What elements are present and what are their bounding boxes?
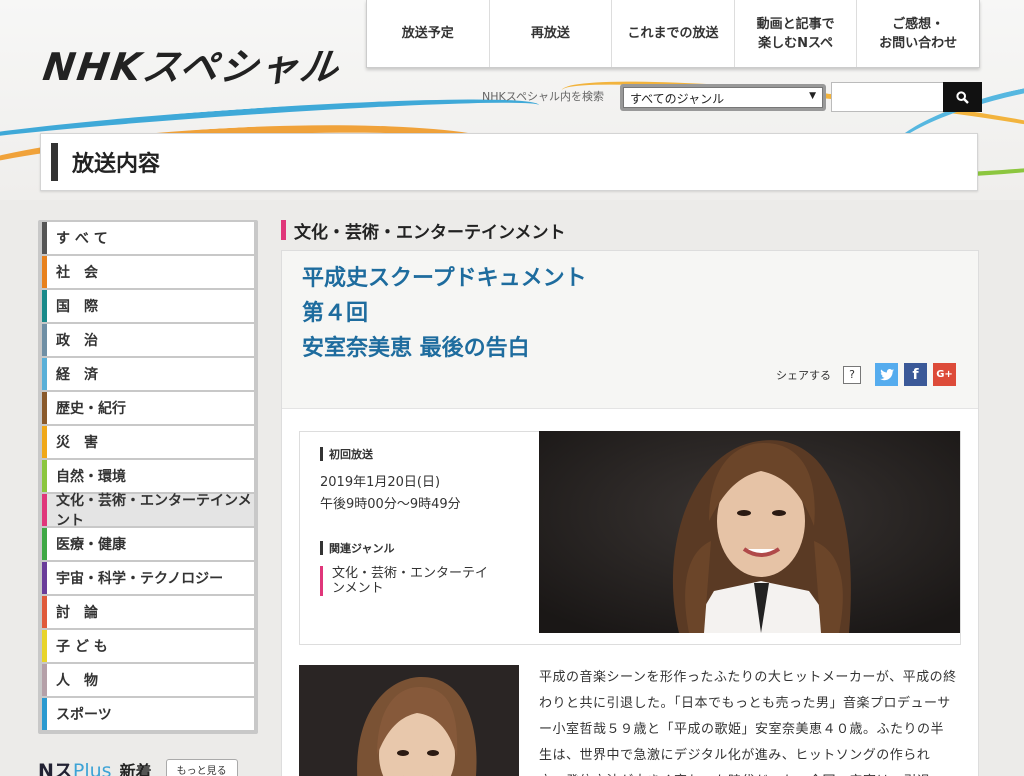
broadcast-date: 2019年1月20日(日)	[320, 475, 441, 490]
share-label: シェアする	[776, 368, 831, 382]
program-sub-image	[299, 665, 519, 776]
sidebar-item-11[interactable]: 討 論	[42, 596, 254, 630]
sidebar-item-label: 政 治	[56, 333, 98, 349]
help-icon[interactable]: ?	[843, 365, 861, 384]
genre-color-bar	[42, 256, 47, 288]
sidebar-item-3[interactable]: 政 治	[42, 324, 254, 358]
sidebar-item-label: 経 済	[56, 367, 98, 383]
program-title-area: 平成史スクープドキュメント 第４回 安室奈美恵 最後の告白 シェアする ? f …	[282, 251, 978, 409]
sidebar-item-label: 文化・芸術・エンターテインメント	[56, 493, 252, 529]
sidebar-item-label: 国 際	[56, 299, 98, 315]
genre-color-bar	[42, 698, 47, 730]
nav-rebroadcast[interactable]: 再放送	[490, 0, 613, 67]
genre-color-bar	[42, 290, 47, 322]
more-button[interactable]: もっと見る	[165, 759, 238, 776]
nhk-special-logo[interactable]: NHKスペシャル	[40, 36, 344, 91]
related-genre-link[interactable]: 文化・芸術・エンターテイ ンメント	[320, 566, 530, 596]
genre-sidebar: す べ て社 会国 際政 治経 済歴史・紀行災 害自然・環境文化・芸術・エンター…	[38, 220, 258, 734]
dropdown-arrow-icon: ▼	[809, 91, 816, 101]
sidebar-item-label: 自然・環境	[56, 469, 126, 485]
broadcast-time: 午後9時00分～9時49分	[320, 497, 461, 512]
search-button[interactable]	[943, 82, 982, 112]
sidebar-item-label: 災 害	[56, 435, 98, 451]
search-input[interactable]	[831, 82, 944, 112]
program-main-image	[539, 431, 960, 633]
sidebar-item-label: 社 会	[56, 265, 98, 281]
first-broadcast-heading: 初回放送	[320, 446, 530, 462]
genre-select-value: すべてのジャンル	[630, 92, 725, 106]
twitter-icon[interactable]	[875, 363, 898, 386]
genre-color-bar	[42, 222, 47, 254]
genre-color-bar	[42, 460, 47, 492]
genre-select[interactable]: すべてのジャンル ▼	[620, 84, 826, 111]
nplus-new-section: NスPlus 新着 もっと見る	[38, 756, 238, 776]
sidebar-item-label: 医療・健康	[56, 537, 126, 553]
sidebar-item-label: 人 物	[56, 673, 98, 689]
google-plus-icon[interactable]: G+	[933, 363, 956, 386]
genre-color-bar	[42, 664, 47, 696]
sidebar-item-2[interactable]: 国 際	[42, 290, 254, 324]
sidebar-item-8[interactable]: 文化・芸術・エンターテインメント	[42, 493, 254, 529]
nplus-new-label: 新着	[119, 761, 152, 776]
sidebar-item-13[interactable]: 人 物	[42, 664, 254, 698]
sidebar-item-7[interactable]: 自然・環境	[42, 460, 254, 494]
program-title: 平成史スクープドキュメント 第４回 安室奈美恵 最後の告白	[302, 266, 587, 361]
genre-color-bar	[42, 562, 47, 594]
sidebar-item-10[interactable]: 宇宙・科学・テクノロジー	[42, 562, 254, 596]
broadcast-info-box: 初回放送 2019年1月20日(日) 午後9時00分～9時49分 関連ジャンル …	[299, 431, 961, 645]
page-title: 放送内容	[72, 152, 161, 177]
share-bar: シェアする ? f G+	[776, 363, 956, 386]
main-nav: 放送予定 再放送 これまでの放送 動画と記事で 楽しむNスペ ご感想・ お問い合…	[366, 0, 980, 68]
nav-schedule[interactable]: 放送予定	[367, 0, 490, 67]
search-label: NHKスペシャル内を検索	[482, 90, 604, 103]
program-description: 平成の音楽シーンを形作ったふたりの大ヒットメーカーが、平成の終わりと共に引退した…	[539, 670, 957, 776]
sidebar-item-0[interactable]: す べ て	[42, 222, 254, 256]
sidebar-item-9[interactable]: 医療・健康	[42, 528, 254, 562]
related-genre-heading: 関連ジャンル	[320, 540, 530, 556]
nplus-logo[interactable]: NスPlus	[38, 756, 112, 776]
genre-color-bar	[42, 426, 47, 458]
search-icon	[956, 90, 969, 104]
genre-color-bar	[42, 324, 47, 356]
facebook-icon[interactable]: f	[904, 363, 927, 386]
genre-color-bar	[42, 494, 47, 526]
sidebar-item-label: 討 論	[56, 605, 98, 621]
sidebar-item-6[interactable]: 災 害	[42, 426, 254, 460]
nav-feedback[interactable]: ご感想・ お問い合わせ	[857, 0, 979, 67]
sidebar-item-label: 歴史・紀行	[56, 401, 126, 417]
sidebar-item-1[interactable]: 社 会	[42, 256, 254, 290]
genre-color-bar	[42, 358, 47, 390]
genre-color-bar	[42, 528, 47, 560]
sidebar-item-14[interactable]: スポーツ	[42, 698, 254, 732]
sidebar-item-5[interactable]: 歴史・紀行	[42, 392, 254, 426]
sidebar-item-label: す べ て	[56, 231, 108, 247]
genre-color-bar	[42, 392, 47, 424]
nav-videos-articles[interactable]: 動画と記事で 楽しむNスペ	[735, 0, 858, 67]
genre-color-bar	[42, 596, 47, 628]
program-panel: 平成史スクープドキュメント 第４回 安室奈美恵 最後の告白 シェアする ? f …	[281, 250, 979, 776]
category-heading: 文化・芸術・エンターテインメント	[281, 219, 566, 243]
sidebar-item-12[interactable]: 子 ど も	[42, 630, 254, 664]
page-title-bar: 放送内容	[40, 133, 978, 191]
nav-past-broadcasts[interactable]: これまでの放送	[612, 0, 735, 67]
sidebar-item-4[interactable]: 経 済	[42, 358, 254, 392]
sidebar-item-label: 子 ど も	[56, 639, 108, 655]
genre-color-bar	[42, 630, 47, 662]
sidebar-item-label: 宇宙・科学・テクノロジー	[56, 571, 224, 587]
sidebar-item-label: スポーツ	[56, 707, 112, 723]
